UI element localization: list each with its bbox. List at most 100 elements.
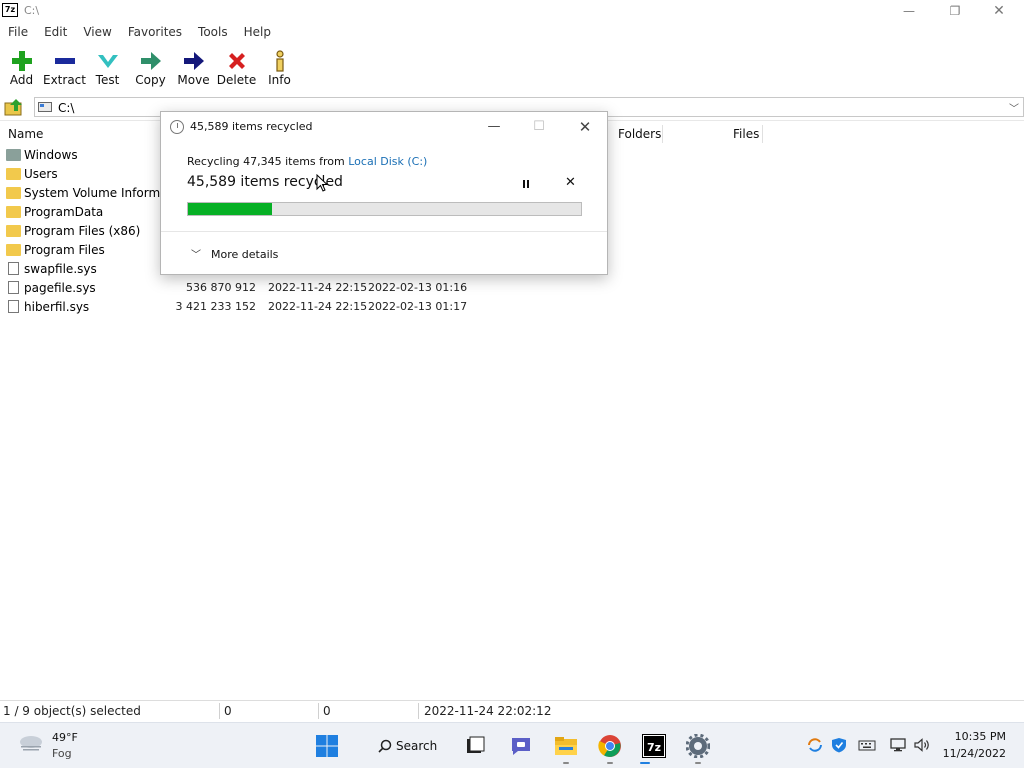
chevron-down-icon[interactable]: ﹀ (1009, 100, 1019, 115)
running-indicator (607, 762, 613, 764)
progress-bar (187, 202, 582, 216)
file-name: pagefile.sys (24, 281, 96, 295)
column-separator[interactable] (662, 125, 663, 143)
sync-icon[interactable] (806, 737, 824, 753)
column-header-files[interactable]: Files (733, 124, 759, 144)
file-icon (8, 281, 19, 294)
extract-button[interactable]: Extract (43, 44, 86, 94)
status-separator (318, 703, 319, 719)
file-row[interactable]: hiberfil.sys 3 421 233 152 2022-11-24 22… (0, 298, 560, 317)
taskbar: 49°F Fog Search 7z 10:35 PM 11/24/2022 (0, 722, 1024, 768)
drive-icon (38, 102, 52, 112)
file-icon (8, 262, 19, 275)
search-label: Search (396, 739, 438, 753)
source-link[interactable]: Local Disk (C:) (348, 155, 427, 168)
start-icon[interactable] (315, 734, 339, 758)
move-button[interactable]: Move (172, 44, 215, 94)
clock-date[interactable]: 11/24/2022 (943, 747, 1006, 760)
clock-icon (170, 120, 184, 134)
file-name: ProgramData (24, 205, 104, 219)
menu-file[interactable]: File (0, 24, 36, 42)
file-created: 2022-02-13 01:17 (368, 300, 468, 313)
folder-icon (6, 187, 21, 199)
info-label: Info (268, 73, 291, 87)
close-button[interactable]: ✕ (976, 0, 1022, 22)
minimize-button[interactable]: — (886, 0, 932, 22)
copy-button[interactable]: Copy (129, 44, 172, 94)
move-arrow-icon (183, 52, 204, 70)
more-details-toggle[interactable]: ﹀ More details (191, 246, 278, 261)
menu-help[interactable]: Help (236, 24, 279, 42)
recycling-summary: Recycling 47,345 items from Local Disk (… (187, 155, 427, 168)
weather-condition[interactable]: Fog (52, 747, 72, 760)
menu-view[interactable]: View (75, 24, 119, 42)
file-explorer-icon[interactable] (554, 734, 578, 758)
check-icon (97, 55, 118, 68)
running-indicator (695, 762, 701, 764)
folder-up-icon[interactable] (4, 97, 24, 117)
menu-edit[interactable]: Edit (36, 24, 75, 42)
keyboard-icon[interactable] (858, 737, 876, 753)
minus-icon (54, 58, 75, 64)
maximize-button[interactable]: ❐ (932, 0, 978, 22)
teams-chat-icon[interactable] (509, 734, 533, 758)
clock-time[interactable]: 10:35 PM (955, 730, 1006, 743)
status-packed-size: 0 (323, 704, 331, 718)
cancel-operation-button[interactable]: ✕ (565, 175, 576, 190)
settings-icon[interactable] (686, 734, 710, 758)
info-icon (275, 50, 284, 72)
copy-arrow-icon (140, 52, 161, 70)
search-icon (378, 739, 392, 753)
dialog-title-bar: 45,589 items recycled — ☐ ✕ (161, 112, 607, 142)
plus-icon (11, 51, 32, 71)
task-view-icon[interactable] (463, 734, 487, 758)
dialog-minimize-button[interactable]: — (474, 116, 514, 138)
network-icon[interactable] (889, 737, 907, 753)
title-bar: 7z C:\ — ❐ ✕ (0, 0, 1024, 22)
delete-button[interactable]: Delete (215, 44, 258, 94)
test-label: Test (95, 73, 120, 87)
test-button[interactable]: Test (86, 44, 129, 94)
folder-icon (6, 206, 21, 218)
chevron-down-icon: ﹀ (191, 250, 201, 261)
folder-icon (6, 149, 21, 161)
chrome-icon[interactable] (598, 734, 622, 758)
dialog-close-button[interactable]: ✕ (565, 116, 605, 138)
folder-icon (6, 244, 21, 256)
file-modified: 2022-11-24 22:15 (268, 300, 368, 313)
pause-button[interactable] (519, 176, 533, 192)
recycling-summary-text: Recycling 47,345 items from (187, 155, 349, 168)
file-row[interactable]: pagefile.sys 536 870 912 2022-11-24 22:1… (0, 279, 560, 298)
file-icon (8, 300, 19, 313)
file-name: System Volume Informa... (24, 186, 179, 200)
file-size: 536 870 912 (186, 281, 256, 294)
move-label: Move (177, 73, 210, 87)
more-details-label: More details (211, 248, 279, 261)
security-shield-icon[interactable] (830, 737, 848, 753)
column-header-folders[interactable]: Folders (618, 124, 661, 144)
7zip-icon[interactable]: 7z (642, 734, 666, 758)
taskbar-search-button[interactable]: Search (366, 734, 438, 758)
weather-temperature[interactable]: 49°F (52, 731, 78, 744)
dialog-divider (161, 231, 607, 232)
volume-icon[interactable] (913, 737, 931, 753)
info-button[interactable]: Info (258, 44, 301, 94)
fog-weather-icon[interactable] (18, 733, 44, 751)
add-label: Add (9, 73, 34, 87)
menu-tools[interactable]: Tools (190, 24, 236, 42)
progress-fill (188, 203, 272, 215)
add-button[interactable]: Add (0, 44, 43, 94)
mouse-cursor-icon (316, 174, 328, 192)
window-title: C:\ (24, 4, 40, 17)
file-name: Windows (24, 148, 78, 162)
delete-x-icon (228, 53, 245, 69)
dialog-maximize-button: ☐ (533, 119, 545, 134)
folder-icon (6, 168, 21, 180)
file-name: Program Files (x86) (24, 224, 141, 238)
column-separator[interactable] (762, 125, 763, 143)
file-name: hiberfil.sys (24, 300, 90, 314)
copy-label: Copy (135, 73, 166, 87)
menu-favorites[interactable]: Favorites (120, 24, 190, 42)
column-header-name[interactable]: Name (8, 124, 43, 144)
file-size: 3 421 233 152 (175, 300, 256, 313)
